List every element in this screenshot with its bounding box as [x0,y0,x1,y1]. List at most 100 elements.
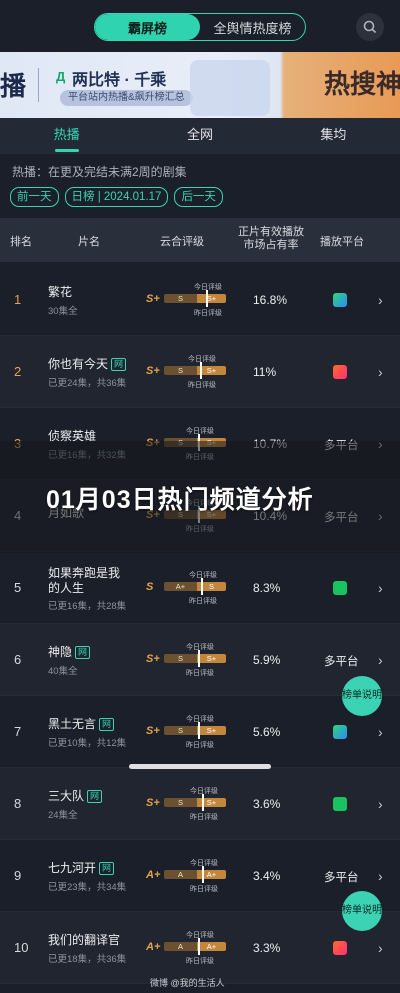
top-bar: 霸屏榜 全舆情热度榜 [0,0,400,52]
promo-banner[interactable]: 播 Д 两比特 · 千乘 平台站内热播&飙升榜汇总 热搜神 [0,52,400,118]
brand-logo-icon: Д [56,69,66,84]
grade-value: S+ [146,725,160,737]
grade-marker [206,290,208,307]
chevron-right-icon[interactable]: › [378,364,383,380]
tab-quanwang[interactable]: 全网 [133,118,266,154]
today-grade-label: 今日评级 [190,788,218,795]
banner-left-text: 播 [0,71,27,101]
prev-day-button[interactable]: 前一天 [10,187,59,207]
grade-marker [198,722,200,739]
table-row[interactable]: 10 我们的翻译官 已更18集，共36集 A+ A A+ 今日评级 昨日评级 3.3% › [0,912,400,984]
table-row[interactable]: 8 三大队网 24集全 S+ S S+ 今日评级 昨日评级 3.6% › [0,768,400,840]
mango-tv-icon [333,941,347,955]
table-row[interactable]: 2 你也有今天网已更24集，共36集 S+ S S+ 今日评级 昨日评级 11% › [0,336,400,408]
rank-number: 5 [14,580,22,595]
show-title-cell: 我们的翻译官 [48,933,128,948]
chevron-right-icon[interactable]: › [378,652,383,668]
grade-bar: SS+ [164,798,226,807]
chevron-right-icon[interactable]: › [378,292,383,308]
tab-quanyuqing[interactable]: 全舆情热度榜 [200,14,305,40]
iqiyi-icon [333,581,347,595]
grade-segment-low: S [164,366,197,375]
tencent-video-icon [333,293,347,307]
table-row[interactable]: 7 黑土无言网已更10集，共12集 S+ S S+ 今日评级 昨日评级 5.6% › [0,696,400,768]
grade-segment-low: A [164,942,197,951]
web-series-badge: 网 [75,646,91,659]
today-grade-label: 今日评级 [194,284,222,291]
banner-brand: 两比特 · 千乘 [72,72,167,89]
table-row[interactable]: 9 七九河开网已更23集，共34集 A+ A A+ 今日评级 昨日评级 3.4% 多平台 › [0,840,400,912]
grade-marker [198,938,200,955]
episode-info: 已更10集，共12集 [48,738,127,749]
tab-jijun[interactable]: 集均 [267,118,400,154]
episode-info: 40集全 [48,666,78,677]
show-title: 三大队 [48,789,85,803]
grade-value: A+ [146,941,161,953]
overlay-headline: 01月03日热门频道分析 [46,486,314,514]
grade-marker [198,650,200,667]
grade-segment-low: S [164,726,197,735]
show-title: 黑土无言 [48,717,97,731]
grade-marker [200,362,202,379]
web-series-badge: 网 [99,862,115,875]
grade-segment-high: A+ [197,942,226,951]
table-row[interactable]: 5 如果奔跑是我的人生 已更16集，共28集 S A+ S 今日评级 昨日评级 8.3% › [0,552,400,624]
chevron-right-icon[interactable]: › [378,868,383,884]
grade-value: A+ [146,869,161,881]
ranking-rules-button-secondary[interactable]: 榜单说明 [342,891,382,931]
search-icon [363,20,377,34]
tab-rebo[interactable]: 热播 [0,118,133,154]
rank-number: 9 [14,868,22,883]
grade-bar: A+ S [164,582,226,591]
chevron-right-icon[interactable]: › [378,580,383,596]
grade-bar: SS+ [164,726,226,735]
date-picker-button[interactable]: 日榜 | 2024.01.17 [64,187,169,207]
market-share: 8.3% [253,581,281,595]
home-indicator[interactable] [129,764,271,769]
column-rank: 排名 [10,236,32,248]
grade-marker [202,794,204,811]
show-title: 七九河开 [48,861,97,875]
tab-bapingbang[interactable]: 霸屏榜 [95,14,200,40]
show-title-cell: 繁花 [48,285,128,300]
mango-tv-icon [333,365,347,379]
chevron-right-icon[interactable]: › [378,940,383,956]
ranking-rules-button[interactable]: 榜单说明 [342,676,382,716]
grade-marker [201,578,203,595]
grade-value: S+ [146,365,160,377]
yesterday-grade-label: 昨日评级 [190,814,218,821]
show-title-cell: 七九河开网 [48,861,128,876]
banner-illustration [190,60,270,116]
market-share: 5.9% [253,653,281,667]
grade-bar: SS+ [164,294,226,303]
web-series-badge: 网 [99,718,115,731]
table-row[interactable]: 6 神隐网 40集全 S+ S S+ 今日评级 昨日评级 5.9% 多平台 › [0,624,400,696]
table-row[interactable]: 1 繁花 30集全 S+ S S+ 今日评级 昨日评级 16.8% › [0,264,400,336]
show-title: 你也有今天 [48,357,109,371]
banner-right-text: 热搜神 [324,69,400,99]
grade-bar: A A+ [164,870,226,879]
list-description: 热播：在更及完结未满2周的剧集 [12,165,187,179]
yesterday-grade-label: 昨日评级 [186,742,214,749]
grade-segment-low: S [164,294,197,303]
next-day-button[interactable]: 后一天 [174,187,223,207]
show-title-cell: 如果奔跑是我的人生 [48,566,128,596]
show-title-cell: 黑土无言网 [48,717,128,732]
show-title: 如果奔跑是我的人生 [48,566,121,595]
grade-value: S+ [146,653,160,665]
show-title-cell: 三大队网 [48,789,128,804]
grade-segment-high: S+ [197,294,226,303]
grade-segment-high: S+ [197,726,226,735]
show-title: 神隐 [48,645,73,659]
chevron-right-icon[interactable]: › [378,796,383,812]
rank-number: 6 [14,652,22,667]
chevron-right-icon[interactable]: › [378,724,383,740]
grade-segment-low: A+ [164,582,197,591]
today-grade-label: 今日评级 [186,644,214,651]
search-button[interactable] [356,13,384,41]
episode-info: 30集全 [48,306,78,317]
grade-marker [202,866,204,883]
web-series-badge: 网 [111,358,127,371]
column-name: 片名 [78,236,100,248]
grade-segment-low: S [164,798,197,807]
